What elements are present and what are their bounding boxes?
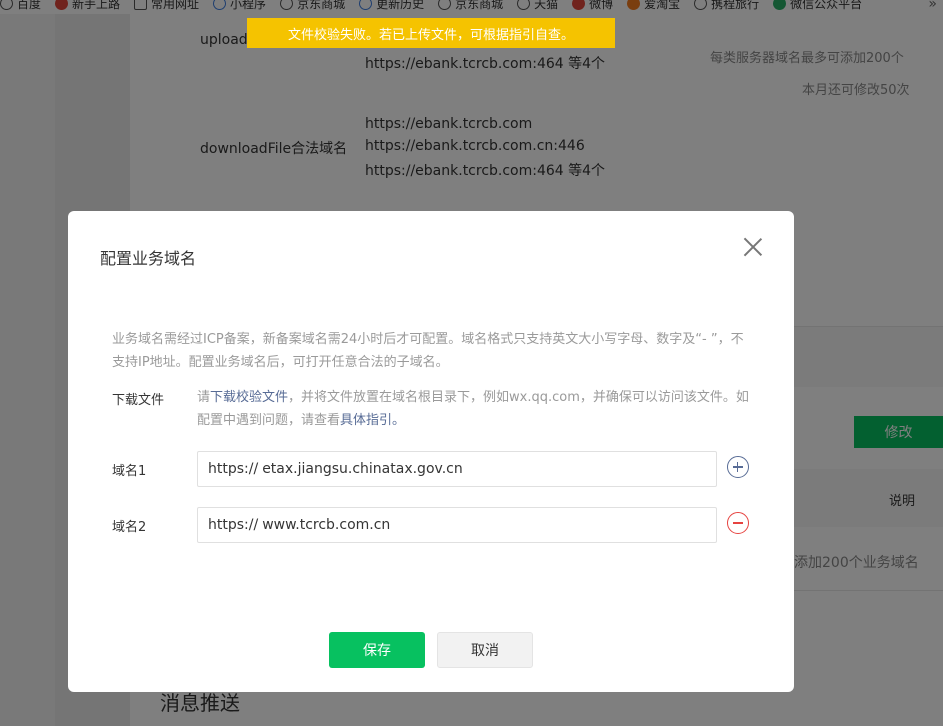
download-desc-text: 请: [197, 390, 211, 405]
dialog-title: 配置业务域名: [100, 249, 197, 268]
guide-link[interactable]: 具体指引。: [340, 413, 405, 428]
domain-2-input[interactable]: [262, 517, 683, 533]
configure-business-domain-dialog: 配置业务域名 业务域名需经过ICP备案，新备案域名需24小时后才可配置。域名格式…: [68, 211, 794, 692]
domain-1-input[interactable]: [262, 461, 683, 477]
domain-1-field[interactable]: https://: [197, 451, 717, 487]
error-toast: 文件校验失败。若已上传文件，可根据指引自查。: [247, 18, 615, 48]
add-domain-icon[interactable]: [727, 456, 749, 478]
save-button[interactable]: 保存: [329, 632, 425, 668]
domain-1-prefix: https://: [208, 461, 259, 477]
domain-2-field[interactable]: https://: [197, 507, 717, 543]
domain-requirements-notice: 业务域名需经过ICP备案，新备案域名需24小时后才可配置。域名格式只支持英文大小…: [112, 332, 744, 370]
cancel-button[interactable]: 取消: [437, 632, 533, 668]
close-icon[interactable]: [740, 234, 766, 260]
download-verification-file-link[interactable]: 下载校验文件: [210, 390, 288, 405]
domain-1-label: 域名1: [112, 464, 147, 479]
domain-2-prefix: https://: [208, 517, 259, 533]
domain-2-label: 域名2: [112, 520, 147, 535]
remove-domain-icon[interactable]: [727, 512, 749, 534]
download-file-description: 请下载校验文件，并将文件放置在域名根目录下，例如wx.qq.com，并确保可以访…: [197, 386, 757, 432]
download-file-label: 下载文件: [112, 393, 165, 408]
